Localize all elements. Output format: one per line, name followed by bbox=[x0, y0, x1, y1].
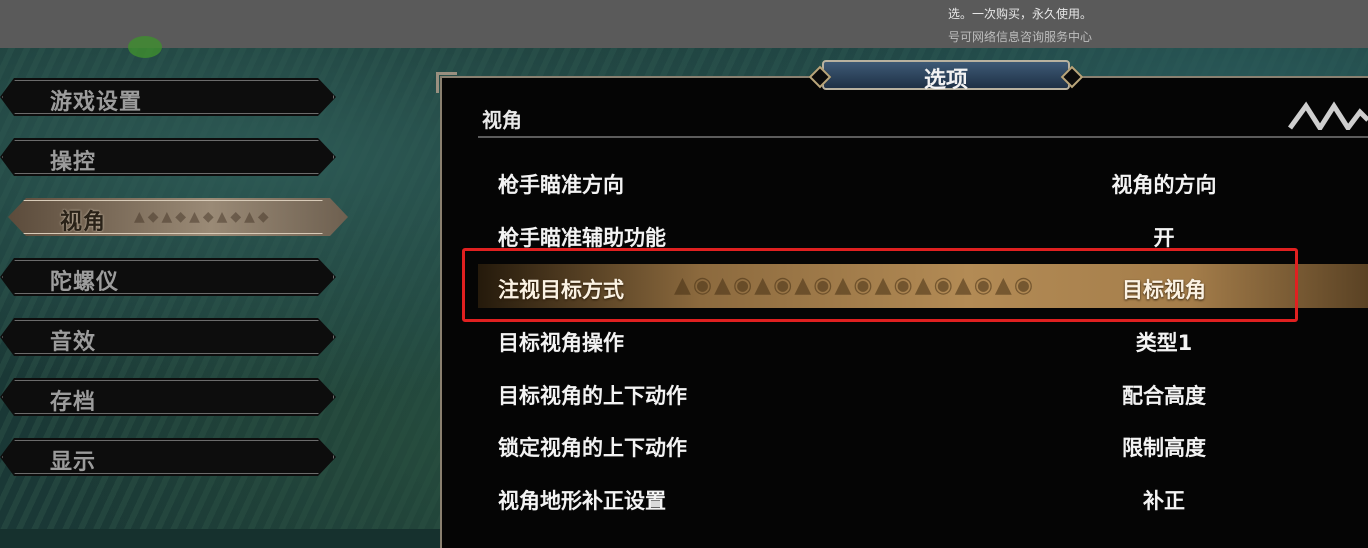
panel-title-banner: 选项 bbox=[808, 60, 1084, 93]
sidebar-item-game-settings[interactable]: 游戏设置 bbox=[0, 78, 336, 116]
panel-corner-ornament bbox=[436, 72, 457, 93]
ornament-pattern: ▲◆▲◆▲◆▲◆▲◆ bbox=[134, 209, 272, 225]
sidebar-item-label: 存档 bbox=[50, 390, 97, 415]
option-row-terrain-correction[interactable]: 视角地形补正设置 补正 bbox=[478, 475, 1368, 519]
highlight-annotation-box bbox=[462, 248, 1298, 322]
option-label: 目标视角的上下动作 bbox=[498, 384, 687, 408]
option-value: 类型1 bbox=[1135, 331, 1193, 355]
sidebar-item-save[interactable]: 存档 bbox=[0, 378, 336, 416]
sidebar-item-label: 显示 bbox=[50, 450, 97, 475]
option-value: 视角的方向 bbox=[1111, 173, 1217, 197]
top-overlay-banner bbox=[0, 0, 1368, 48]
sidebar-item-label: 视角 bbox=[60, 210, 107, 235]
option-value: 补正 bbox=[1143, 489, 1185, 513]
panel-title: 选项 bbox=[923, 68, 968, 93]
option-row-gunner-aim-direction[interactable]: 枪手瞄准方向 视角的方向 bbox=[478, 159, 1368, 203]
sidebar-item-audio[interactable]: 音效 bbox=[0, 318, 336, 356]
watermark-line-2: 号可网络信息咨询服务中心 bbox=[948, 30, 1093, 44]
mountain-emblem-icon bbox=[1288, 101, 1368, 130]
section-divider bbox=[478, 136, 1368, 138]
option-label: 目标视角操作 bbox=[498, 331, 624, 355]
option-value: 限制高度 bbox=[1122, 436, 1206, 460]
sidebar-item-label: 音效 bbox=[50, 330, 97, 355]
option-row-target-camera-operation[interactable]: 目标视角操作 类型1 bbox=[478, 317, 1368, 361]
sidebar-item-gyroscope[interactable]: 陀螺仪 bbox=[0, 258, 336, 296]
sidebar-item-label: 游戏设置 bbox=[50, 90, 143, 115]
option-label: 锁定视角的上下动作 bbox=[498, 436, 687, 460]
sidebar-item-controls[interactable]: 操控 bbox=[0, 138, 336, 176]
sidebar-item-label: 操控 bbox=[50, 150, 97, 175]
sidebar-item-display[interactable]: 显示 bbox=[0, 438, 336, 476]
sidebar-item-label: 陀螺仪 bbox=[50, 270, 120, 295]
option-row-target-camera-vertical[interactable]: 目标视角的上下动作 配合高度 bbox=[478, 370, 1368, 414]
section-title: 视角 bbox=[482, 108, 522, 132]
watermark-line-1: 选。一次购买，永久使用。 bbox=[948, 7, 1093, 21]
option-value: 配合高度 bbox=[1122, 384, 1206, 408]
option-row-lock-camera-vertical[interactable]: 锁定视角的上下动作 限制高度 bbox=[478, 422, 1368, 466]
option-label: 视角地形补正设置 bbox=[498, 489, 666, 513]
sidebar-item-camera[interactable]: ▲◆▲◆▲◆▲◆▲◆ 视角 bbox=[8, 198, 348, 236]
option-label: 枪手瞄准方向 bbox=[498, 173, 624, 197]
green-dot-icon bbox=[128, 36, 162, 58]
